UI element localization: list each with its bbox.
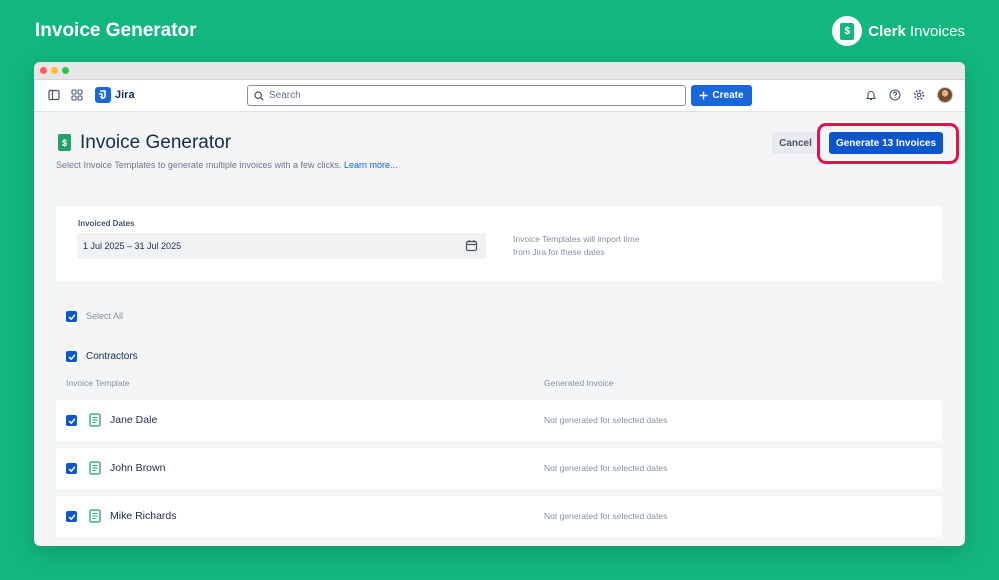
brand-text: Clerk Invoices (868, 23, 965, 40)
template-name[interactable]: John Brown (110, 462, 165, 474)
select-all-label[interactable]: Select All (86, 311, 123, 321)
checkmark-icon (67, 465, 76, 472)
maximize-window-button[interactable] (62, 67, 69, 74)
generate-invoices-button[interactable]: Generate 13 Invoices (829, 132, 943, 154)
bell-icon[interactable] (864, 88, 878, 102)
banner-title: Invoice Generator (35, 20, 197, 41)
dates-hint-line-2: from Jira for these dates (513, 247, 605, 257)
brand: $ Clerk Invoices (832, 16, 965, 46)
invoice-app-icon: $ (58, 134, 71, 151)
row-checkbox[interactable] (66, 511, 77, 522)
search-bar[interactable] (247, 85, 686, 106)
app-switcher-icon[interactable] (70, 88, 84, 102)
contractors-group-label[interactable]: Contractors (86, 351, 138, 362)
browser-window: Jira Create $ Invoice Generator Select I… (34, 62, 965, 546)
invoiced-dates-label: Invoiced Dates (78, 219, 135, 228)
invoiced-dates-card: Invoiced Dates 1 Jul 2025 – 31 Jul 2025 … (56, 206, 942, 281)
template-row[interactable]: John Brown Not generated for selected da… (56, 448, 942, 489)
gear-icon[interactable] (912, 88, 926, 102)
sidebar-toggle-icon[interactable] (47, 88, 61, 102)
clerk-logo-icon: $ (832, 16, 863, 46)
dates-hint: Invoice Templates will import time from … (513, 233, 673, 259)
help-icon[interactable] (888, 88, 902, 102)
avatar[interactable] (937, 87, 953, 103)
checkmark-icon (67, 313, 76, 320)
column-header-generated-invoice: Generated Invoice (544, 378, 614, 388)
calendar-icon[interactable] (465, 239, 478, 252)
row-checkbox[interactable] (66, 415, 77, 426)
brand-logo-glyph: $ (840, 22, 855, 40)
subtitle-text: Select Invoice Templates to generate mul… (56, 160, 342, 170)
generated-status: Not generated for selected dates (544, 415, 668, 425)
jira-logo-icon[interactable] (95, 87, 111, 103)
brand-name: Clerk (868, 22, 906, 40)
generated-status: Not generated for selected dates (544, 463, 668, 473)
template-row[interactable]: Mike Richards Not generated for selected… (56, 496, 942, 537)
page-subtitle: Select Invoice Templates to generate mul… (56, 160, 398, 170)
minimize-window-button[interactable] (51, 67, 58, 74)
brand-suffix: Invoices (909, 22, 965, 40)
product-name[interactable]: Jira (115, 89, 135, 101)
learn-more-link[interactable]: Learn more... (344, 160, 398, 170)
checkmark-icon (67, 513, 76, 520)
invoice-template-icon (89, 413, 101, 427)
cancel-button[interactable]: Cancel (772, 132, 819, 154)
template-row[interactable]: Jane Dale Not generated for selected dat… (56, 400, 942, 441)
main-content: $ Invoice Generator Select Invoice Templ… (34, 112, 965, 546)
template-name[interactable]: Jane Dale (110, 414, 157, 426)
create-button-label: Create (712, 90, 744, 101)
column-header-invoice-template: Invoice Template (66, 378, 130, 388)
checkmark-icon (67, 353, 76, 360)
window-titlebar (34, 62, 965, 80)
contractors-group-checkbox[interactable] (66, 351, 77, 362)
generated-status: Not generated for selected dates (544, 511, 668, 521)
select-all-checkbox[interactable] (66, 311, 77, 322)
row-checkbox[interactable] (66, 463, 77, 474)
create-button[interactable]: Create (691, 85, 752, 106)
top-navigation: Jira Create (34, 80, 965, 112)
search-input[interactable] (269, 90, 669, 101)
invoice-template-icon (89, 509, 101, 523)
invoice-template-icon (89, 461, 101, 475)
date-range-value: 1 Jul 2025 – 31 Jul 2025 (83, 241, 182, 251)
page-title: Invoice Generator (80, 132, 232, 153)
checkmark-icon (67, 417, 76, 424)
plus-icon (699, 91, 708, 100)
dates-hint-line-1: Invoice Templates will import time (513, 234, 640, 244)
date-range-picker[interactable]: 1 Jul 2025 – 31 Jul 2025 (77, 233, 486, 259)
search-icon (254, 90, 264, 101)
template-name[interactable]: Mike Richards (110, 510, 177, 522)
close-window-button[interactable] (40, 67, 47, 74)
